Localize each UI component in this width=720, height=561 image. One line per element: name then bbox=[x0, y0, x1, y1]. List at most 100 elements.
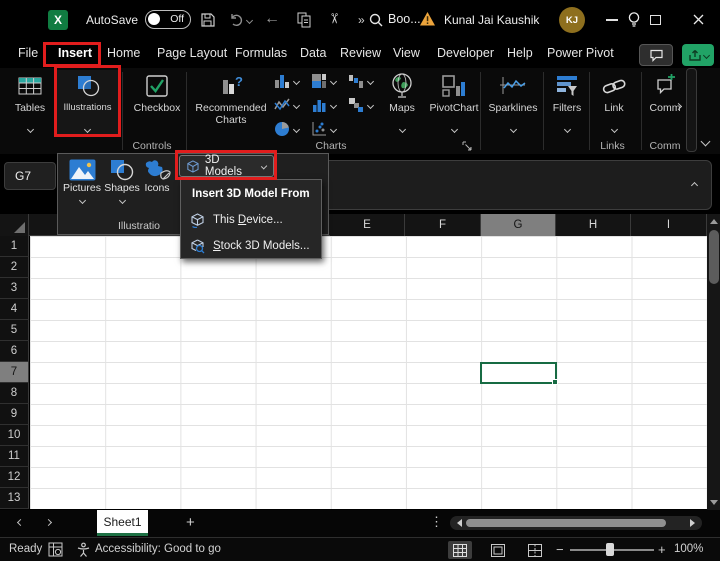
scroll-down-icon[interactable] bbox=[710, 500, 718, 505]
page-layout-view-button[interactable] bbox=[486, 541, 510, 559]
horizontal-scroll-thumb[interactable] bbox=[466, 519, 666, 527]
tab-review[interactable]: Review bbox=[340, 46, 381, 60]
column-header-E[interactable]: E bbox=[330, 214, 405, 236]
checkbox-button[interactable]: Checkbox bbox=[126, 70, 188, 114]
tab-developer[interactable]: Developer bbox=[437, 46, 494, 60]
insert-scatter-chart-button[interactable] bbox=[311, 121, 336, 137]
row-header-3[interactable]: 3 bbox=[0, 278, 29, 299]
warning-icon[interactable] bbox=[419, 11, 436, 27]
search-button[interactable] bbox=[368, 12, 384, 28]
name-box[interactable]: G7 bbox=[4, 162, 56, 190]
back-arrow-icon[interactable]: ← bbox=[264, 10, 280, 28]
row-header-10[interactable]: 10 bbox=[0, 425, 29, 446]
tables-button[interactable]: Tables bbox=[8, 70, 52, 125]
page-break-view-button[interactable] bbox=[523, 541, 547, 559]
next-sheet-icon[interactable] bbox=[45, 519, 52, 526]
undo-button[interactable] bbox=[228, 12, 252, 28]
comments-button[interactable] bbox=[639, 44, 673, 66]
share-button[interactable] bbox=[682, 44, 714, 66]
collapse-formula-bar-icon[interactable] bbox=[691, 182, 698, 189]
zoom-level[interactable]: 100% bbox=[674, 543, 703, 555]
accessibility-icon[interactable] bbox=[76, 542, 91, 557]
zoom-in-button[interactable]: + bbox=[658, 542, 666, 557]
ribbon-scrollbar[interactable] bbox=[686, 68, 697, 152]
avatar[interactable]: KJ bbox=[559, 7, 585, 33]
column-header-G[interactable]: G bbox=[481, 214, 556, 236]
sparklines-button[interactable]: Sparklines bbox=[484, 70, 542, 125]
vertical-scroll-thumb[interactable] bbox=[709, 230, 719, 284]
save-button[interactable] bbox=[200, 12, 216, 28]
close-button[interactable] bbox=[692, 13, 705, 26]
3d-models-button[interactable]: 3D Models bbox=[179, 155, 274, 177]
insert-hierarchy-chart-button[interactable] bbox=[311, 73, 336, 89]
accessibility-status[interactable]: Accessibility: Good to go bbox=[95, 543, 221, 555]
row-header-9[interactable]: 9 bbox=[0, 404, 29, 425]
pivotchart-button[interactable]: PivotChart bbox=[426, 70, 482, 125]
scroll-up-icon[interactable] bbox=[710, 219, 718, 224]
insert-statistic-chart-button[interactable] bbox=[311, 97, 336, 113]
column-header-I[interactable]: I bbox=[631, 214, 707, 236]
sheet-tab-sheet1[interactable]: Sheet1 bbox=[97, 510, 148, 536]
tab-formulas[interactable]: Formulas bbox=[235, 46, 287, 60]
collapse-ribbon-icon[interactable] bbox=[701, 137, 711, 147]
row-header-13[interactable]: 13 bbox=[0, 488, 29, 509]
minimize-button[interactable] bbox=[606, 19, 618, 21]
maximize-button[interactable] bbox=[650, 15, 661, 25]
row-header-8[interactable]: 8 bbox=[0, 383, 29, 404]
horizontal-scrollbar[interactable] bbox=[450, 516, 702, 530]
recommended-charts-button[interactable]: ? Recommended Charts bbox=[190, 70, 272, 126]
scroll-left-icon[interactable] bbox=[457, 519, 462, 527]
tab-help[interactable]: Help bbox=[507, 46, 533, 60]
insert-pie-chart-button[interactable] bbox=[274, 121, 299, 137]
column-header-H[interactable]: H bbox=[556, 214, 631, 236]
menu-item-this-device[interactable]: This Device... bbox=[181, 209, 321, 231]
scroll-right-icon[interactable] bbox=[690, 519, 695, 527]
normal-view-button[interactable] bbox=[448, 541, 472, 559]
tab-view[interactable]: View bbox=[393, 46, 420, 60]
add-sheet-button[interactable]: + bbox=[186, 514, 195, 531]
tab-data[interactable]: Data bbox=[300, 46, 326, 60]
row-header-1[interactable]: 1 bbox=[0, 236, 29, 257]
tab-power-pivot[interactable]: Power Pivot bbox=[547, 46, 614, 60]
insert-combo-chart-button[interactable] bbox=[348, 97, 373, 113]
prev-sheet-icon[interactable] bbox=[17, 519, 24, 526]
illustrations-button[interactable]: Illustrations bbox=[57, 70, 118, 136]
copy-button[interactable] bbox=[296, 12, 312, 28]
row-header-11[interactable]: 11 bbox=[0, 446, 29, 467]
menu-item-stock-3d-models[interactable]: Stock 3D Models... bbox=[181, 235, 321, 257]
insert-column-chart-button[interactable] bbox=[274, 73, 299, 89]
qat-overflow-icon[interactable]: » bbox=[358, 13, 365, 27]
charts-dialog-launcher-icon[interactable] bbox=[462, 141, 472, 151]
row-header-4[interactable]: 4 bbox=[0, 299, 29, 320]
row-header-5[interactable]: 5 bbox=[0, 320, 29, 341]
maps-button[interactable]: Maps bbox=[380, 70, 424, 125]
filters-button[interactable]: Filters bbox=[546, 70, 588, 125]
tab-insert[interactable]: Insert bbox=[58, 46, 92, 60]
column-header-F[interactable]: F bbox=[405, 214, 481, 236]
vertical-scrollbar[interactable] bbox=[707, 214, 720, 510]
row-header-7[interactable]: 7 bbox=[0, 362, 29, 383]
worksheet-cells[interactable] bbox=[30, 236, 707, 509]
tab-file[interactable]: File bbox=[18, 46, 38, 60]
link-button[interactable]: Link bbox=[592, 70, 636, 125]
undo-dropdown-icon[interactable] bbox=[246, 16, 253, 23]
select-all-button[interactable] bbox=[0, 214, 29, 236]
insert-line-chart-button[interactable] bbox=[274, 97, 299, 113]
row-header-2[interactable]: 2 bbox=[0, 257, 29, 278]
row-header-12[interactable]: 12 bbox=[0, 467, 29, 488]
insert-waterfall-chart-button[interactable] bbox=[348, 73, 373, 89]
tab-home[interactable]: Home bbox=[107, 46, 140, 60]
fill-handle[interactable] bbox=[552, 379, 558, 385]
zoom-out-button[interactable]: − bbox=[556, 542, 564, 557]
statistic-chart-icon bbox=[311, 97, 327, 113]
zoom-slider-thumb[interactable] bbox=[606, 543, 614, 556]
autosave-toggle[interactable]: Off bbox=[145, 10, 191, 29]
icons-button[interactable]: Icons bbox=[133, 157, 181, 194]
cut-icon[interactable]: ✂ bbox=[325, 13, 342, 25]
group-divider bbox=[186, 72, 187, 150]
tab-page-layout[interactable]: Page Layout bbox=[157, 46, 227, 60]
row-header-6[interactable]: 6 bbox=[0, 341, 29, 362]
sheet-options-icon[interactable]: ⋮ bbox=[430, 514, 443, 530]
macro-record-icon[interactable] bbox=[48, 542, 63, 557]
lightbulb-icon[interactable] bbox=[626, 11, 642, 28]
